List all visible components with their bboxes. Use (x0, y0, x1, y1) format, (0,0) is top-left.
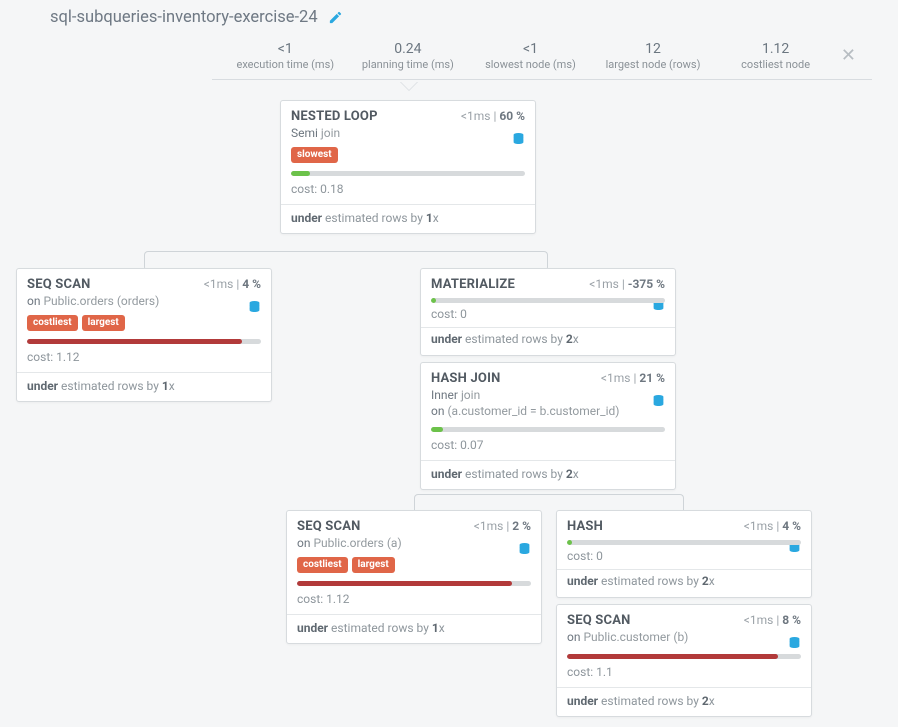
cost-bar (431, 298, 665, 303)
node-title: SEQ SCAN (27, 277, 91, 292)
badge-largest: largest (352, 557, 395, 573)
cost-line: cost: 1.1 (567, 665, 801, 679)
stat-slowest-node: <1 slowest node (ms) (469, 41, 592, 71)
node-title: HASH (567, 519, 603, 534)
node-meta: <1ms | 21 % (601, 371, 665, 385)
stat-value: <1 (224, 41, 347, 58)
node-meta: <1ms | 2 % (474, 519, 531, 533)
cost-bar (291, 171, 525, 176)
edit-icon[interactable] (328, 10, 343, 25)
node-title: SEQ SCAN (567, 613, 631, 628)
cost-bar (567, 654, 801, 659)
close-icon[interactable]: ✕ (837, 45, 860, 66)
cost-line: cost: 1.12 (297, 592, 531, 606)
stat-value: <1 (469, 41, 592, 58)
node-subtitle: Semi join (291, 126, 525, 142)
page-title: sql-subqueries-inventory-exercise-24 (50, 8, 318, 27)
database-icon[interactable] (248, 299, 261, 314)
cost-line: cost: 0 (567, 549, 801, 563)
plan-node-seq-scan-orders[interactable]: SEQ SCAN <1ms | 4 % on Public.orders (or… (16, 268, 272, 402)
stat-largest-node: 12 largest node (rows) (592, 41, 715, 71)
cost-line: cost: 0.07 (431, 438, 665, 452)
plan-node-hash-join[interactable]: HASH JOIN <1ms | 21 % Inner join on (a.c… (420, 362, 676, 490)
node-meta: <1ms | 4 % (744, 519, 801, 533)
badge-largest: largest (82, 315, 125, 331)
plan-node-hash[interactable]: HASH <1ms | 4 % cost: 0 under estimated … (556, 510, 812, 598)
title-row: sql-subqueries-inventory-exercise-24 (0, 0, 898, 31)
badges: slowest (291, 147, 525, 163)
cost-bar (27, 339, 261, 344)
node-subtitle: Inner join on (a.customer_id = b.custome… (431, 388, 665, 419)
cost-bar (567, 540, 801, 545)
database-icon[interactable] (512, 131, 525, 146)
node-meta: <1ms | 60 % (461, 109, 525, 123)
cost-bar (431, 427, 665, 432)
stat-label: costliest node (714, 58, 837, 71)
estimate-line: under estimated rows by 2x (567, 570, 801, 588)
stat-exec-time: <1 execution time (ms) (224, 41, 347, 71)
plan-node-seq-scan-b[interactable]: SEQ SCAN <1ms | 8 % on Public.customer (… (556, 604, 812, 717)
node-meta: <1ms | -375 % (589, 277, 665, 291)
stat-costliest-node: 1.12 costliest node (714, 41, 837, 71)
node-title: NESTED LOOP (291, 109, 378, 124)
stat-value: 12 (592, 41, 715, 58)
node-title: HASH JOIN (431, 371, 500, 386)
stats-arrow-icon (400, 82, 418, 91)
plan-node-materialize[interactable]: MATERIALIZE <1ms | -375 % cost: 0 under … (420, 268, 676, 356)
badges: costliest largest (297, 557, 531, 573)
node-subtitle: on Public.customer (b) (567, 630, 801, 646)
node-meta: <1ms | 4 % (204, 277, 261, 291)
stat-label: slowest node (ms) (469, 58, 592, 71)
stat-plan-time: 0.24 planning time (ms) (347, 41, 470, 71)
database-icon[interactable] (788, 635, 801, 650)
estimate-line: under estimated rows by 2x (431, 328, 665, 346)
node-subtitle: on Public.orders (a) (297, 536, 531, 552)
estimate-line: under estimated rows by 2x (431, 461, 665, 481)
node-meta: <1ms | 8 % (744, 613, 801, 627)
estimate-line: under estimated rows by 1x (27, 373, 261, 393)
estimate-line: under estimated rows by 2x (567, 688, 801, 708)
stat-value: 1.12 (714, 41, 837, 58)
node-subtitle: on Public.orders (orders) (27, 294, 261, 310)
plan-node-seq-scan-a[interactable]: SEQ SCAN <1ms | 2 % on Public.orders (a)… (286, 510, 542, 644)
stat-label: largest node (rows) (592, 58, 715, 71)
database-icon[interactable] (518, 541, 531, 556)
badges: costliest largest (27, 315, 261, 331)
stat-value: 0.24 (347, 41, 470, 58)
stats-bar: <1 execution time (ms) 0.24 planning tim… (212, 35, 872, 80)
plan-node-nested-loop[interactable]: NESTED LOOP <1ms | 60 % Semi join slowes… (280, 100, 536, 234)
cost-bar (297, 581, 531, 586)
cost-line: cost: 0 (431, 307, 665, 321)
estimate-line: under estimated rows by 1x (291, 205, 525, 225)
badge-costliest: costliest (27, 315, 78, 331)
cost-line: cost: 1.12 (27, 350, 261, 364)
badge-slowest: slowest (291, 147, 338, 163)
node-title: MATERIALIZE (431, 277, 515, 292)
database-icon[interactable] (652, 393, 665, 408)
badge-costliest: costliest (297, 557, 348, 573)
estimate-line: under estimated rows by 1x (297, 615, 531, 635)
node-title: SEQ SCAN (297, 519, 361, 534)
stat-label: planning time (ms) (347, 58, 470, 71)
cost-line: cost: 0.18 (291, 182, 525, 196)
stat-label: execution time (ms) (224, 58, 347, 71)
